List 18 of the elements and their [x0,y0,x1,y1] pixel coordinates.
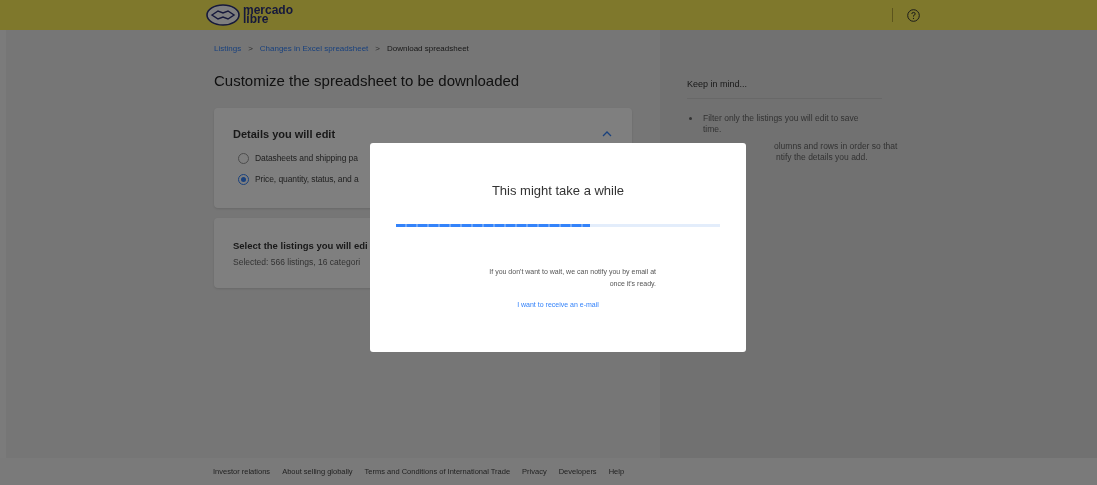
help-icon[interactable] [907,8,920,22]
breadcrumb-link[interactable]: Listings [214,43,242,55]
side-panel-title: Keep in mind... [687,78,882,99]
option-label: Price, quantity, status, and a [255,172,359,186]
modal-title: This might take a while [491,182,625,200]
page-title: Customize the spreadsheet to be downloaded [214,71,521,91]
card-subtitle: Selected: 566 listings, 16 categori [233,255,361,269]
breadcrumb-current: Download spreadsheet [387,43,469,55]
breadcrumb-separator: > [248,43,253,55]
handshake-logo-icon [206,4,240,26]
chevron-icon[interactable] [602,130,612,137]
option-label: Datasheets and shipping pa [255,152,358,165]
breadcrumb-separator: > [375,43,380,55]
card-title: Select the listings you will edi [233,238,368,253]
logo-text: mercado [243,6,294,15]
card-title: Details you will edit [233,126,336,142]
breadcrumb-link[interactable]: Changes in Excel spreadsheet [259,43,369,55]
logo-text: libre [243,15,269,24]
